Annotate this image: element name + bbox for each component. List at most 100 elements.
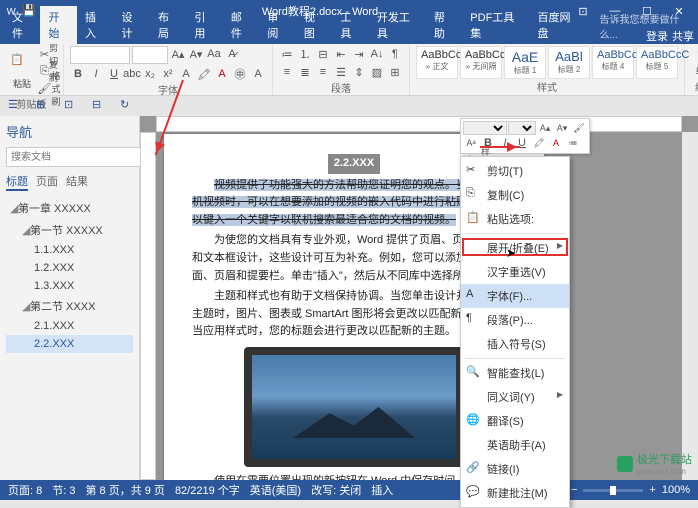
grow-font-button[interactable]: A▴ xyxy=(170,46,186,62)
tab-references[interactable]: 引用 xyxy=(186,6,222,44)
tab-layout[interactable]: 布局 xyxy=(150,6,186,44)
style-item[interactable]: AaBbCcDc» 正文 xyxy=(416,46,458,79)
style-item[interactable]: AaBbCcC标题 5 xyxy=(636,46,678,79)
tab-review[interactable]: 审阅 xyxy=(259,6,295,44)
mini-font-select[interactable] xyxy=(463,121,507,135)
subscript-button[interactable]: x₂ xyxy=(142,66,158,82)
ruler-btn-3[interactable]: ⊡ xyxy=(64,98,80,114)
decrease-indent-button[interactable]: ⇤ xyxy=(333,46,349,62)
mini-bullets[interactable]: ≔ xyxy=(565,136,581,150)
phonetic-button[interactable]: ㊥ xyxy=(232,66,248,82)
nav-item[interactable]: ◢第一节 XXXXX xyxy=(6,219,133,241)
tab-mailings[interactable]: 邮件 xyxy=(223,6,259,44)
borders-button[interactable]: ⊞ xyxy=(387,64,403,80)
ctx-link[interactable]: 🔗链接(I) xyxy=(461,457,569,481)
format-painter-button[interactable]: 🖌 格式刷 xyxy=(41,80,57,96)
nav-item[interactable]: 2.1.XXX xyxy=(6,317,133,335)
style-item[interactable]: AaBbCcC标题 4 xyxy=(592,46,634,79)
justify-button[interactable]: ☰ xyxy=(333,64,349,80)
doc-image[interactable] xyxy=(244,347,464,467)
nav-item[interactable]: ◢第二节 XXXX xyxy=(6,295,133,317)
ctx-english-assistant[interactable]: 英语助手(A) xyxy=(461,433,569,457)
show-marks-button[interactable]: ¶ xyxy=(387,46,403,62)
nav-item[interactable]: 1.1.XXX xyxy=(6,241,133,259)
italic-button[interactable]: I xyxy=(88,66,104,82)
login-button[interactable]: 登录 xyxy=(646,28,668,44)
tab-help[interactable]: 帮助 xyxy=(426,6,462,44)
shrink-font-button[interactable]: A▾ xyxy=(188,46,204,62)
editing-button[interactable]: 🔍编辑 xyxy=(691,46,698,79)
style-item[interactable]: AaE标题 1 xyxy=(504,46,546,79)
status-words[interactable]: 82/2219 个字 xyxy=(175,482,240,498)
align-right-button[interactable]: ≡ xyxy=(315,64,331,80)
bold-button[interactable]: B xyxy=(70,66,86,82)
highlight-button[interactable]: 🖍 xyxy=(196,66,212,82)
nav-tab-headings[interactable]: 标题 xyxy=(6,173,28,191)
tab-home[interactable]: 开始 xyxy=(40,6,76,44)
ruler-btn-4[interactable]: ⊟ xyxy=(92,98,108,114)
text-effects-button[interactable]: A xyxy=(178,66,194,82)
ctx-font[interactable]: A字体(F)... xyxy=(461,284,569,308)
status-page-of[interactable]: 第 8 页，共 9 页 xyxy=(85,482,164,498)
mini-shrink-font[interactable]: A▾ xyxy=(554,121,570,135)
ctx-chinese-reselect[interactable]: 汉字重选(V) xyxy=(461,260,569,284)
font-color-button[interactable]: A xyxy=(214,66,230,82)
vertical-scrollbar[interactable] xyxy=(682,132,698,480)
status-language[interactable]: 英语(美国) xyxy=(250,482,301,498)
ruler-btn-2[interactable]: ⊞ xyxy=(36,98,52,114)
ctx-copy[interactable]: ⎘复制(C) xyxy=(461,183,569,207)
clear-format-button[interactable]: A̷ xyxy=(224,46,240,62)
zoom-in-button[interactable]: + xyxy=(649,484,655,496)
mini-styles[interactable]: Aᵃ xyxy=(463,136,479,150)
shading-button[interactable]: ▨ xyxy=(369,64,385,80)
zoom-slider[interactable] xyxy=(583,489,643,492)
font-name-select[interactable] xyxy=(70,46,130,64)
mini-highlight[interactable]: 🖍 xyxy=(531,136,547,150)
sort-button[interactable]: A↓ xyxy=(369,46,385,62)
tab-view[interactable]: 视图 xyxy=(296,6,332,44)
nav-item-selected[interactable]: 2.2.XXX xyxy=(6,335,133,353)
zoom-out-button[interactable]: − xyxy=(571,484,577,496)
increase-indent-button[interactable]: ⇥ xyxy=(351,46,367,62)
change-case-button[interactable]: Aa xyxy=(206,46,222,62)
tab-insert[interactable]: 插入 xyxy=(77,6,113,44)
nav-tab-pages[interactable]: 页面 xyxy=(36,173,58,191)
tab-pdf[interactable]: PDF工具集 xyxy=(462,6,529,44)
font-size-select[interactable] xyxy=(132,46,168,64)
underline-button[interactable]: U xyxy=(106,66,122,82)
status-insert-mode[interactable]: 改写: 关闭 xyxy=(311,482,361,498)
nav-item[interactable]: 1.3.XXX xyxy=(6,277,133,295)
mini-size-select[interactable] xyxy=(508,121,536,135)
ctx-paste-options[interactable]: 📋粘贴选项: xyxy=(461,207,569,231)
ctx-synonyms[interactable]: 同义词(Y)▶ xyxy=(461,385,569,409)
nav-item[interactable]: ◢第一章 XXXXX xyxy=(6,197,133,219)
ctx-paragraph[interactable]: ¶段落(P)... xyxy=(461,308,569,332)
status-page[interactable]: 页面: 8 xyxy=(8,482,42,498)
vertical-ruler[interactable] xyxy=(140,132,156,480)
superscript-button[interactable]: x² xyxy=(160,66,176,82)
line-spacing-button[interactable]: ⇕ xyxy=(351,64,367,80)
zoom-level[interactable]: 100% xyxy=(662,484,690,496)
status-ime[interactable]: 插入 xyxy=(371,482,393,498)
multilevel-button[interactable]: ⊟ xyxy=(315,46,331,62)
bullets-button[interactable]: ≔ xyxy=(279,46,295,62)
strike-button[interactable]: abc xyxy=(124,66,140,82)
style-item[interactable]: AaBl标题 2 xyxy=(548,46,590,79)
ctx-smart-lookup[interactable]: 🔍智能查找(L) xyxy=(461,361,569,385)
align-left-button[interactable]: ≡ xyxy=(279,64,295,80)
tab-file[interactable]: 文件 xyxy=(4,6,40,44)
tab-design[interactable]: 设计 xyxy=(113,6,149,44)
mini-grow-font[interactable]: A▴ xyxy=(537,121,553,135)
ctx-translate[interactable]: 🌐翻译(S) xyxy=(461,409,569,433)
nav-search-input[interactable] xyxy=(6,147,148,167)
ctx-insert-symbol[interactable]: 插入符号(S) xyxy=(461,332,569,356)
mini-format-painter[interactable]: 🖌 xyxy=(571,121,587,135)
char-border-button[interactable]: A xyxy=(250,66,266,82)
numbering-button[interactable]: ⒈ xyxy=(297,46,313,62)
tab-baidu[interactable]: 百度网盘 xyxy=(530,6,587,44)
ruler-btn-5[interactable]: ↻ xyxy=(120,98,136,114)
ctx-new-comment[interactable]: 💬新建批注(M) xyxy=(461,481,569,505)
tab-tools[interactable]: 工具 xyxy=(332,6,368,44)
align-center-button[interactable]: ≣ xyxy=(297,64,313,80)
tab-developer[interactable]: 开发工具 xyxy=(369,6,426,44)
